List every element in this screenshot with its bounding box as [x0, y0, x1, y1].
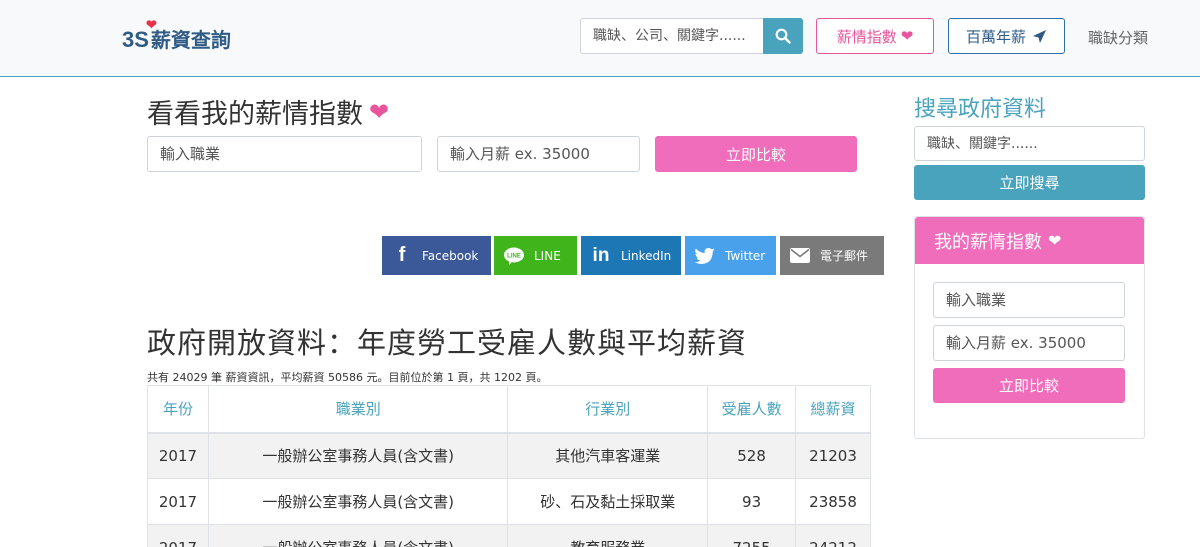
cell-industry: 教育服務業	[507, 524, 709, 547]
search-icon	[775, 28, 791, 44]
column-header-year[interactable]: 年份	[147, 385, 209, 434]
million-salary-button[interactable]: 百萬年薪	[948, 18, 1065, 54]
sidebar-salary-input[interactable]	[933, 325, 1125, 361]
job-category-link[interactable]: 職缺分類	[1088, 27, 1148, 48]
cell-year: 2017	[147, 478, 209, 525]
table-row: 2017 一般辦公室事務人員(含文書) 其他汽車客運業 528 21203	[147, 432, 871, 479]
cell-occupation: 一般辦公室事務人員(含文書)	[207, 524, 509, 547]
table-header-row: 年份 職業別 行業別 受雇人數 總薪資	[147, 385, 871, 434]
share-twitter-button[interactable]: Twitter	[685, 236, 776, 275]
share-twitter-label: Twitter	[725, 248, 766, 263]
gov-search-button-label: 立即搜尋	[999, 174, 1060, 192]
header-search-input[interactable]	[580, 18, 763, 54]
heart-icon: ❤	[900, 27, 914, 45]
heart-icon: ❤	[1048, 231, 1062, 250]
sidebar-job-input[interactable]	[933, 282, 1125, 318]
cell-industry: 其他汽車客運業	[507, 432, 709, 479]
share-linkedin-button[interactable]: in LinkedIn	[581, 236, 681, 275]
cell-employees: 7255	[707, 524, 797, 547]
table-row: 2017 一般辦公室事務人員(含文書) 砂、石及黏土採取業 93 23858	[147, 478, 871, 525]
cell-employees: 93	[707, 478, 797, 525]
twitter-icon	[685, 247, 725, 264]
svg-text:LINE: LINE	[507, 253, 521, 259]
share-email-label: 電子郵件	[820, 249, 869, 263]
logo-heart-icon: ❤	[146, 17, 157, 32]
line-icon: LINE	[494, 247, 534, 265]
facebook-icon: f	[398, 244, 406, 266]
cell-occupation: 一般辦公室事務人員(含文書)	[207, 478, 509, 525]
gov-search-input[interactable]	[914, 126, 1145, 161]
gov-search-title: 搜尋政府資料	[914, 97, 1047, 122]
share-facebook-label: Facebook	[422, 248, 479, 263]
million-salary-label: 百萬年薪	[965, 27, 1026, 46]
salary-table: 年份 職業別 行業別 受雇人數 總薪資 2017 一般辦公室事務人員(含文書) …	[147, 385, 871, 547]
linkedin-icon: in	[592, 244, 610, 266]
share-facebook-button[interactable]: f Facebook	[382, 236, 491, 275]
top-navbar: 3S ❤ 薪資查詢 薪情指數 ❤ 百萬年薪 職缺分類	[0, 0, 1200, 77]
header-search-button[interactable]	[763, 18, 803, 54]
heart-icon: ❤	[369, 97, 390, 126]
page-title-text: 看看我的薪情指數	[147, 99, 363, 130]
salary-index-button[interactable]: 薪情指數 ❤	[816, 18, 934, 54]
cell-occupation: 一般辦公室事務人員(含文書)	[207, 432, 509, 479]
cell-year: 2017	[147, 432, 209, 479]
salary-input[interactable]	[437, 136, 640, 172]
cell-total-salary: 23858	[795, 478, 871, 525]
gov-search-button[interactable]: 立即搜尋	[914, 165, 1145, 200]
sidebar-compare-label: 立即比較	[998, 377, 1059, 395]
cell-year: 2017	[147, 524, 209, 547]
table-row: 2017 一般辦公室事務人員(含文書) 教育服務業 7255 24212	[147, 524, 871, 547]
sidebar-compare-button[interactable]: 立即比較	[933, 368, 1125, 403]
compare-button[interactable]: 立即比較	[655, 136, 857, 172]
cell-employees: 528	[707, 432, 797, 479]
share-email-button[interactable]: 電子郵件	[780, 236, 884, 275]
card-header: 我的薪情指數 ❤	[915, 217, 1144, 264]
column-header-industry[interactable]: 行業別	[507, 385, 709, 434]
column-header-total-salary[interactable]: 總薪資	[795, 385, 871, 434]
compare-button-label: 立即比較	[725, 145, 786, 164]
column-header-occupation[interactable]: 職業別	[207, 385, 509, 434]
site-logo[interactable]: 3S ❤ 薪資查詢	[122, 17, 231, 54]
cell-total-salary: 24212	[795, 524, 871, 547]
share-linkedin-label: LinkedIn	[621, 248, 672, 263]
page-title: 看看我的薪情指數 ❤	[147, 92, 389, 131]
share-line-label: LINE	[534, 248, 561, 263]
share-line-button[interactable]: LINE LINE	[494, 236, 577, 275]
results-summary: 共有 24029 筆 薪資資訊，平均薪資 50586 元。目前位於第 1 頁，共…	[147, 371, 548, 384]
paper-plane-icon	[1032, 29, 1047, 43]
column-header-employees[interactable]: 受雇人數	[707, 385, 797, 434]
logo-text: 薪資查詢	[150, 28, 231, 52]
cell-total-salary: 21203	[795, 432, 871, 479]
section-title: 政府開放資料：年度勞工受雇人數與平均薪資	[147, 326, 748, 360]
cell-industry: 砂、石及黏土採取業	[507, 478, 709, 525]
logo-mark: 3S ❤	[122, 17, 157, 52]
card-title: 我的薪情指數	[934, 231, 1042, 253]
job-input[interactable]	[147, 136, 422, 172]
envelope-icon	[780, 248, 820, 263]
salary-index-label: 薪情指數	[836, 27, 897, 46]
